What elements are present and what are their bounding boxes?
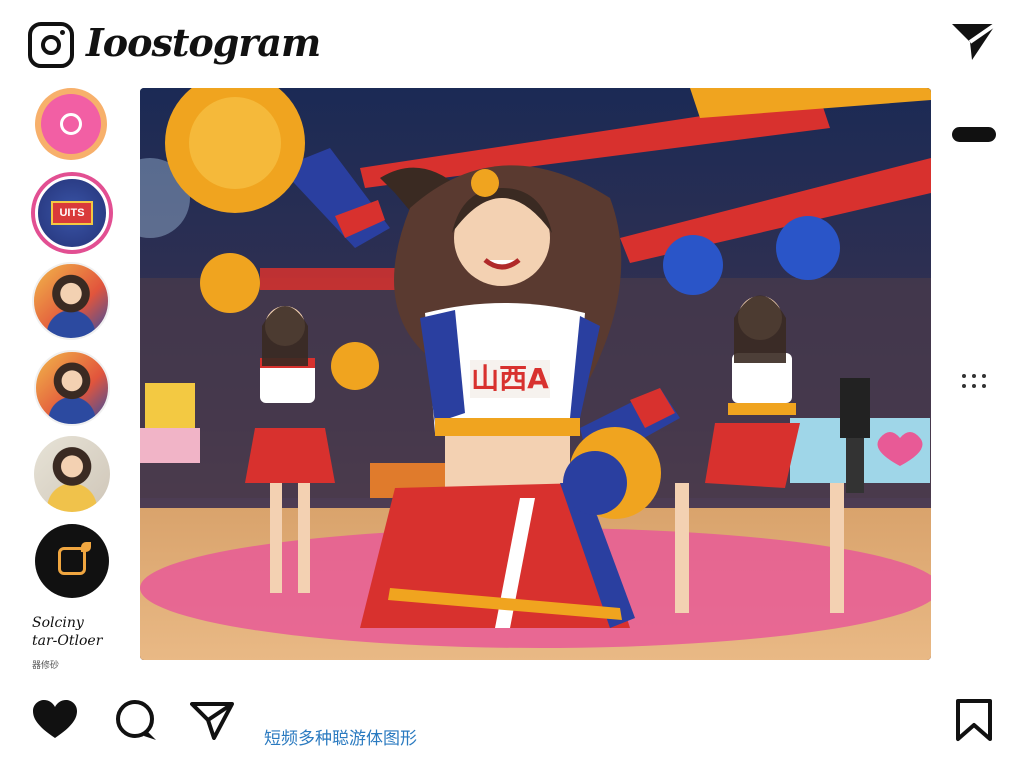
stories-column: UITS — [28, 86, 120, 686]
bookmark-icon[interactable] — [954, 698, 994, 742]
app-title: Ioostogram — [86, 20, 321, 65]
story-avatar[interactable] — [34, 350, 110, 426]
jersey-text: 山西A — [471, 362, 549, 395]
story-avatar[interactable]: UITS — [31, 172, 113, 254]
paper-plane-icon[interactable] — [950, 20, 998, 64]
story-avatar[interactable] — [35, 524, 109, 598]
story-avatar[interactable] — [32, 262, 110, 340]
team-badge: UITS — [51, 201, 93, 225]
pencil-square-icon — [58, 542, 91, 575]
post-image[interactable]: 山西A — [140, 88, 931, 660]
side-caption-small: 器修砂 — [32, 660, 60, 670]
side-caption-line: Solciny — [32, 615, 84, 631]
camera-ring-icon — [60, 113, 82, 135]
post-caption: 短频多种聪游体图形 — [264, 729, 417, 749]
share-icon[interactable] — [190, 700, 234, 740]
story-avatar[interactable] — [35, 88, 107, 160]
more-options-icon[interactable] — [960, 372, 990, 390]
camera-icon[interactable] — [28, 22, 74, 68]
side-caption-line: tar-Otloer — [32, 633, 103, 649]
app-header: Ioostogram — [0, 0, 1024, 86]
heart-icon[interactable] — [32, 700, 78, 740]
comment-icon[interactable] — [114, 698, 158, 742]
story-avatar[interactable] — [34, 436, 110, 512]
side-caption: Solciny tar-Otloer — [32, 614, 102, 650]
menu-bar-icon[interactable] — [952, 127, 996, 142]
